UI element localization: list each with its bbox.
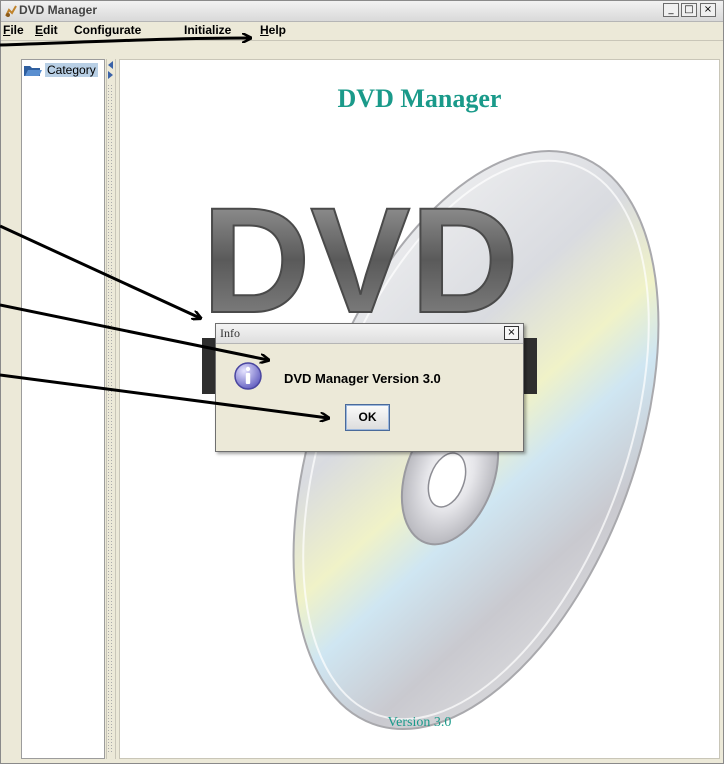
- menu-configurate[interactable]: Configurate: [74, 23, 141, 37]
- dialog-close-button[interactable]: ×: [504, 326, 519, 340]
- dvd-logo-text: DVD: [202, 176, 519, 344]
- minimize-button[interactable]: _: [663, 3, 679, 17]
- menu-help[interactable]: Help: [260, 23, 286, 37]
- splash-version-label: Version 3.0: [387, 715, 452, 730]
- app-icon: [5, 5, 17, 17]
- divider-grip: [108, 83, 114, 753]
- minimize-icon: _: [668, 4, 674, 15]
- maximize-button[interactable]: □: [681, 3, 697, 17]
- menu-edit[interactable]: Edit: [35, 23, 58, 37]
- folder-icon: [24, 65, 42, 76]
- maximize-icon: □: [684, 4, 694, 15]
- ok-button[interactable]: OK: [345, 404, 390, 431]
- menu-initialize[interactable]: Initialize: [184, 23, 231, 37]
- menu-file[interactable]: File: [3, 23, 24, 37]
- tree-node-category[interactable]: Category: [24, 62, 98, 78]
- close-button[interactable]: ×: [700, 3, 716, 17]
- split-divider[interactable]: [106, 59, 116, 759]
- close-icon: ×: [703, 4, 713, 15]
- title-bar[interactable]: DVD Manager _ □ ×: [1, 1, 723, 22]
- tree-label-category: Category: [45, 63, 98, 77]
- info-icon: [234, 362, 262, 390]
- menu-bar: File Edit Configurate Initialize Help: [1, 22, 723, 41]
- dialog-title: Info: [220, 326, 240, 340]
- category-tree-pane[interactable]: Category: [21, 59, 105, 759]
- dialog-title-bar[interactable]: Info ×: [216, 324, 523, 344]
- close-icon: ×: [507, 327, 516, 338]
- window-title: DVD Manager: [19, 3, 98, 17]
- info-dialog: Info × DVD Manager Version 3.0 OK: [215, 323, 524, 452]
- dialog-message: DVD Manager Version 3.0: [284, 371, 441, 386]
